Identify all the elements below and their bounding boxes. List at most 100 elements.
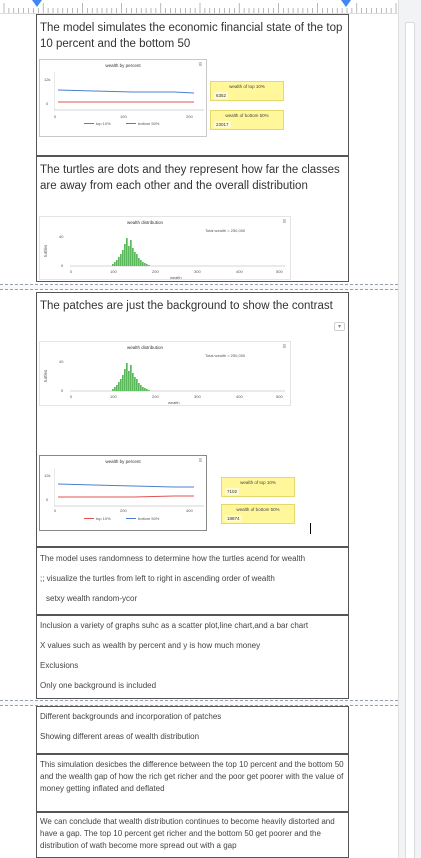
table-cell-patches-description[interactable]: The patches are just the background to s… [36,292,349,547]
x-axis-label: wealth [170,275,182,280]
histogram-bar [148,390,150,391]
histogram-bar [112,389,114,391]
histogram-bar [138,258,140,266]
table-cell-extensions[interactable]: Different backgrounds and incorporation … [36,706,349,754]
histogram-bar [134,252,136,266]
histogram-bar [140,260,142,266]
wealth-distribution-plot: wealth distribution ≡ Total wealth = 250… [39,341,291,406]
ruler-ticks [3,3,397,13]
right-indent-marker-icon[interactable] [341,0,351,7]
text-cursor [310,523,311,534]
hamburger-icon[interactable]: ≡ [282,344,286,350]
table-cell-inclusions[interactable]: Inclusion a variety of graphs suhc as a … [36,615,349,699]
document-page[interactable]: The model simulates the economic financi… [0,14,398,858]
histogram-bar [116,385,118,391]
x-tick: 300 [194,394,201,399]
histogram-bar [126,238,128,266]
y-tick: 40 [59,359,64,364]
histogram-area [70,238,285,267]
histogram-bar [124,244,126,266]
monitor-bottom-50: wealth of bottom 50% 23017 [210,110,284,130]
y-tick: 12k [44,77,51,82]
y-tick: 12k [44,473,51,478]
x-tick: 0 [54,114,57,119]
hamburger-icon[interactable]: ≡ [198,458,202,464]
histogram-bar [136,254,138,266]
x-tick: 0 [70,394,73,399]
x-tick: 100 [120,114,127,119]
cell-paragraph: We can conclude that wealth distribution… [40,817,335,850]
histogram-bar [114,387,116,391]
histogram-bar [144,388,146,391]
table-cell-conclusion[interactable]: We can conclude that wealth distribution… [36,812,349,858]
hamburger-icon[interactable]: ≡ [282,219,286,225]
histogram-bar [136,379,138,391]
histogram-bar [118,257,120,266]
plot-area [54,72,204,111]
histogram-bar [148,265,150,266]
histogram-bar [118,382,120,391]
monitor-value: 6352 [214,92,229,99]
cell-line: ;; visualize the turtles from left to ri… [40,574,275,583]
histogram-bar [142,387,144,391]
histogram-bar [122,250,124,266]
histogram-bar [120,254,122,266]
cell-line: Only one background is included [40,681,157,690]
histogram-bar [140,385,142,391]
monitor-value: 18874 [225,515,242,522]
legend-swatch-top [84,123,94,124]
scrollbar-thumb[interactable] [405,22,415,858]
y-axis-label: turtles [43,244,48,257]
histogram-bar [114,262,116,266]
x-tick: 0 [54,508,57,513]
table-cell-randomness[interactable]: The model uses randomness to determine h… [36,547,349,615]
histogram-bar [126,363,128,391]
legend-swatch-bottom [126,518,136,519]
y-tick: 40 [59,234,64,239]
hamburger-icon[interactable]: ≡ [198,62,202,68]
histogram-bar [128,371,130,391]
cell-heading: The model simulates the economic financi… [40,22,343,50]
cell-line: Inclusion a variety of graphs suhc as a … [40,621,309,630]
left-indent-marker-icon[interactable] [32,0,42,7]
table-cell-turtles-description[interactable]: The turtles are dots and they represent … [36,156,349,282]
x-tick: 200 [152,269,159,274]
table-cell-model-description[interactable]: The model simulates the economic financi… [36,14,349,156]
legend-top-10: top 10% [96,121,111,126]
histogram-bar [132,248,134,266]
monitor-top-10: wealth of top 10% 7102 [221,477,295,497]
legend-bottom-50: bottom 50% [138,516,160,521]
histogram-bar [146,389,148,391]
y-tick: 0 [46,497,49,502]
plot-title: wealth by percent [105,63,141,68]
plot-title: wealth distribution [126,220,164,225]
horizontal-ruler[interactable] [0,0,398,14]
y-axis-label: turtles [43,369,48,382]
histogram-area [70,363,285,392]
vertical-scrollbar[interactable] [398,0,421,858]
histogram-bar [138,383,140,391]
x-tick: 400 [186,508,193,513]
monitor-top-10: wealth of top 10% 6352 [210,81,284,101]
histogram-bar [128,246,130,266]
x-tick: 400 [236,394,243,399]
page-break [0,284,398,290]
series-bottom-50 [57,483,194,488]
histogram-bar [122,375,124,391]
comment-icon[interactable]: ▾ [334,322,345,331]
x-tick: 200 [152,394,159,399]
wealth-distribution-plot: wealth distribution ≡ Total wealth = 250… [39,216,291,280]
legend-bottom-50: bottom 50% [138,121,160,126]
series-top-10 [58,495,194,498]
legend-swatch-top [84,518,94,519]
cell-line: Showing different areas of wealth distri… [40,732,200,741]
monitor-bottom-50: wealth of bottom 50% 18874 [221,504,295,524]
x-tick: 300 [194,269,201,274]
histogram-bar [130,365,132,391]
table-cell-summary[interactable]: This simulation desicbes the difference … [36,754,349,812]
monitor-label: wealth of bottom 50% [236,507,280,512]
cell-line: setxy wealth random-ycor [46,594,138,603]
cell-heading: The patches are just the background to s… [40,300,333,312]
monitor-label: wealth of top 10% [240,480,276,485]
histogram-bar [146,264,148,266]
